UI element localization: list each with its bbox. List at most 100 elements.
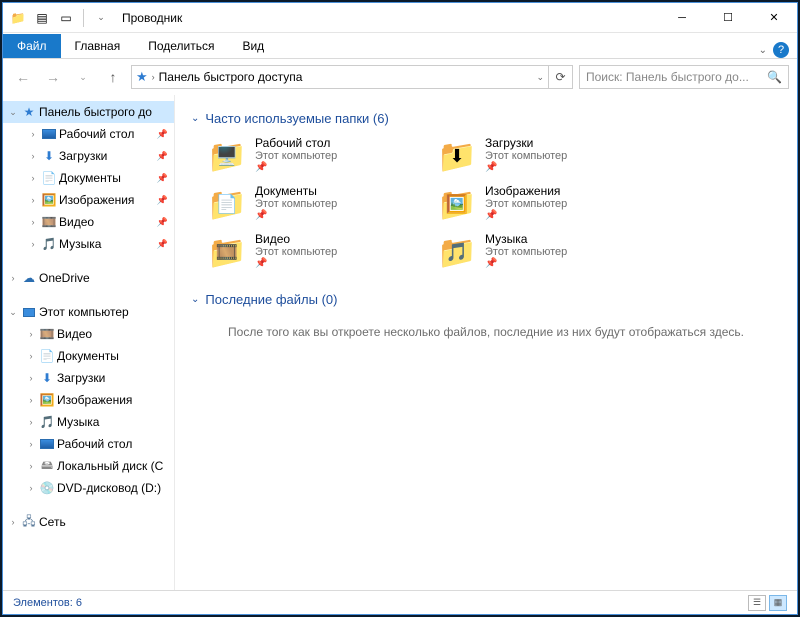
maximize-button[interactable]: ☐ xyxy=(705,3,751,33)
help-icon[interactable]: ? xyxy=(773,42,789,58)
tree-item[interactable]: ›🎵Музыка xyxy=(3,411,174,433)
item-name: Документы xyxy=(255,184,337,198)
folder-item[interactable]: 📁🎵МузыкаЭтот компьютер📌 xyxy=(437,232,647,272)
item-location: Этот компьютер xyxy=(485,150,567,162)
expand-icon[interactable]: ⌄ xyxy=(7,307,19,318)
tree-item[interactable]: › Рабочий стол xyxy=(3,433,174,455)
picture-icon: 🖼️ xyxy=(41,192,57,208)
chevron-down-icon: ⌄ xyxy=(191,294,199,305)
tree-label: Видео xyxy=(57,327,92,341)
star-icon: ★ xyxy=(21,104,37,120)
tree-quick-access[interactable]: ⌄ ★ Панель быстрого до xyxy=(3,101,174,123)
tree-item[interactable]: ›📄Документы📌 xyxy=(3,167,174,189)
separator xyxy=(83,9,84,27)
tab-view[interactable]: Вид xyxy=(228,34,278,58)
expand-icon[interactable]: › xyxy=(27,129,39,139)
tree-item[interactable]: ›🖼️Изображения xyxy=(3,389,174,411)
titlebar: 📁 ▤ ▭ ⌄ Проводник ─ ☐ ✕ xyxy=(3,3,797,33)
tree-label: Рабочий стол xyxy=(59,127,134,141)
qat-dropdown-icon[interactable]: ⌄ xyxy=(90,7,112,29)
search-input[interactable]: Поиск: Панель быстрого до... 🔍 xyxy=(579,65,789,89)
expand-icon[interactable]: › xyxy=(25,329,37,339)
tab-share[interactable]: Поделиться xyxy=(134,34,228,58)
tree-item[interactable]: ›💿DVD-дисковод (D:) xyxy=(3,477,174,499)
folder-item[interactable]: 📁📄ДокументыЭтот компьютер📌 xyxy=(207,184,417,224)
view-details-button[interactable]: ☰ xyxy=(748,595,766,611)
desktop-icon xyxy=(41,126,57,142)
download-icon: ⬇ xyxy=(39,370,55,386)
qat-newfolder-icon[interactable]: ▭ xyxy=(55,7,77,29)
tree-label: DVD-дисковод (D:) xyxy=(57,481,161,495)
tree-item[interactable]: ›⬇Загрузки📌 xyxy=(3,145,174,167)
nav-up-button[interactable]: ↑ xyxy=(101,65,125,89)
tree-item[interactable]: ›🖼️Изображения📌 xyxy=(3,189,174,211)
app-icon: 📁 xyxy=(7,7,29,29)
content-pane[interactable]: ⌄ Часто используемые папки (6) 📁🖥️Рабочи… xyxy=(175,95,797,590)
expand-icon[interactable]: › xyxy=(25,439,37,449)
tree-item[interactable]: ›⬇Загрузки xyxy=(3,367,174,389)
pin-icon: 📌 xyxy=(485,210,567,221)
nav-forward-button[interactable]: → xyxy=(41,65,65,89)
tab-file[interactable]: Файл xyxy=(3,34,61,58)
tree-label: Панель быстрого до xyxy=(39,105,152,119)
network-icon: 🖧 xyxy=(21,514,37,530)
group-frequent-folders[interactable]: ⌄ Часто используемые папки (6) xyxy=(191,111,783,126)
tree-this-pc[interactable]: ⌄ Этот компьютер xyxy=(3,301,174,323)
tree-item[interactable]: ›🎞️Видео xyxy=(3,323,174,345)
expand-icon[interactable]: › xyxy=(7,517,19,527)
folder-item[interactable]: 📁🎞️ВидеоЭтот компьютер📌 xyxy=(207,232,417,272)
expand-icon[interactable]: › xyxy=(25,373,37,383)
tree-label: Документы xyxy=(57,349,119,363)
item-name: Видео xyxy=(255,232,337,246)
group-recent-files[interactable]: ⌄ Последние файлы (0) xyxy=(191,292,783,307)
expand-icon[interactable]: › xyxy=(25,395,37,405)
ribbon-tabs: Файл Главная Поделиться Вид ⌄ ? xyxy=(3,33,797,59)
expand-icon[interactable]: › xyxy=(25,483,37,493)
refresh-button[interactable]: ⟳ xyxy=(549,65,573,89)
expand-icon[interactable]: › xyxy=(25,351,37,361)
video-icon: 🎞️ xyxy=(39,326,55,342)
tree-item[interactable]: ›📄Документы xyxy=(3,345,174,367)
expand-icon[interactable]: › xyxy=(25,417,37,427)
tree-onedrive[interactable]: › ☁ OneDrive xyxy=(3,267,174,289)
expand-icon[interactable]: › xyxy=(27,239,39,249)
search-placeholder: Поиск: Панель быстрого до... xyxy=(586,70,749,84)
qat-properties-icon[interactable]: ▤ xyxy=(31,7,53,29)
video-icon: 🎞️ xyxy=(41,214,57,230)
tree-label: Загрузки xyxy=(59,149,107,163)
tab-home[interactable]: Главная xyxy=(61,34,135,58)
nav-back-button[interactable]: ← xyxy=(11,65,35,89)
expand-icon[interactable]: › xyxy=(27,195,39,205)
folder-item[interactable]: 📁🖥️Рабочий столЭтот компьютер📌 xyxy=(207,136,417,176)
nav-recent-dropdown[interactable]: ⌄ xyxy=(71,65,95,89)
expand-icon[interactable]: › xyxy=(7,273,19,283)
ribbon-expand-icon[interactable]: ⌄ xyxy=(759,45,767,56)
expand-icon[interactable]: › xyxy=(27,173,39,183)
folder-item[interactable]: 📁⬇ЗагрузкиЭтот компьютер📌 xyxy=(437,136,647,176)
expand-icon[interactable]: › xyxy=(25,461,37,471)
breadcrumb-chevron-icon[interactable]: › xyxy=(152,72,155,82)
tree-item[interactable]: ›Рабочий стол📌 xyxy=(3,123,174,145)
address-dropdown-icon[interactable]: ⌄ xyxy=(536,72,544,83)
chevron-down-icon: ⌄ xyxy=(191,113,199,124)
tree-label: Рабочий стол xyxy=(57,437,132,451)
address-path: Панель быстрого доступа xyxy=(159,70,303,84)
expand-icon[interactable]: › xyxy=(27,151,39,161)
tree-network[interactable]: › 🖧 Сеть xyxy=(3,511,174,533)
folder-item[interactable]: 📁🖼️ИзображенияЭтот компьютер📌 xyxy=(437,184,647,224)
tree-label: Видео xyxy=(59,215,94,229)
tree-item[interactable]: ›🎞️Видео📌 xyxy=(3,211,174,233)
address-bar[interactable]: ★ › Панель быстрого доступа ⌄ xyxy=(131,65,549,89)
item-name: Изображения xyxy=(485,184,567,198)
music-icon: 🎵 xyxy=(39,414,55,430)
close-button[interactable]: ✕ xyxy=(751,3,797,33)
expand-icon[interactable]: › xyxy=(27,217,39,227)
tree-label: Локальный диск (C xyxy=(57,459,163,473)
status-bar: Элементов: 6 ☰ ▦ xyxy=(3,590,797,614)
tree-item[interactable]: ›🎵Музыка📌 xyxy=(3,233,174,255)
view-icons-button[interactable]: ▦ xyxy=(769,595,787,611)
tree-item[interactable]: ›🖴Локальный диск (C xyxy=(3,455,174,477)
minimize-button[interactable]: ─ xyxy=(659,3,705,33)
expand-icon[interactable]: ⌄ xyxy=(7,107,19,118)
download-icon: ⬇ xyxy=(41,148,57,164)
